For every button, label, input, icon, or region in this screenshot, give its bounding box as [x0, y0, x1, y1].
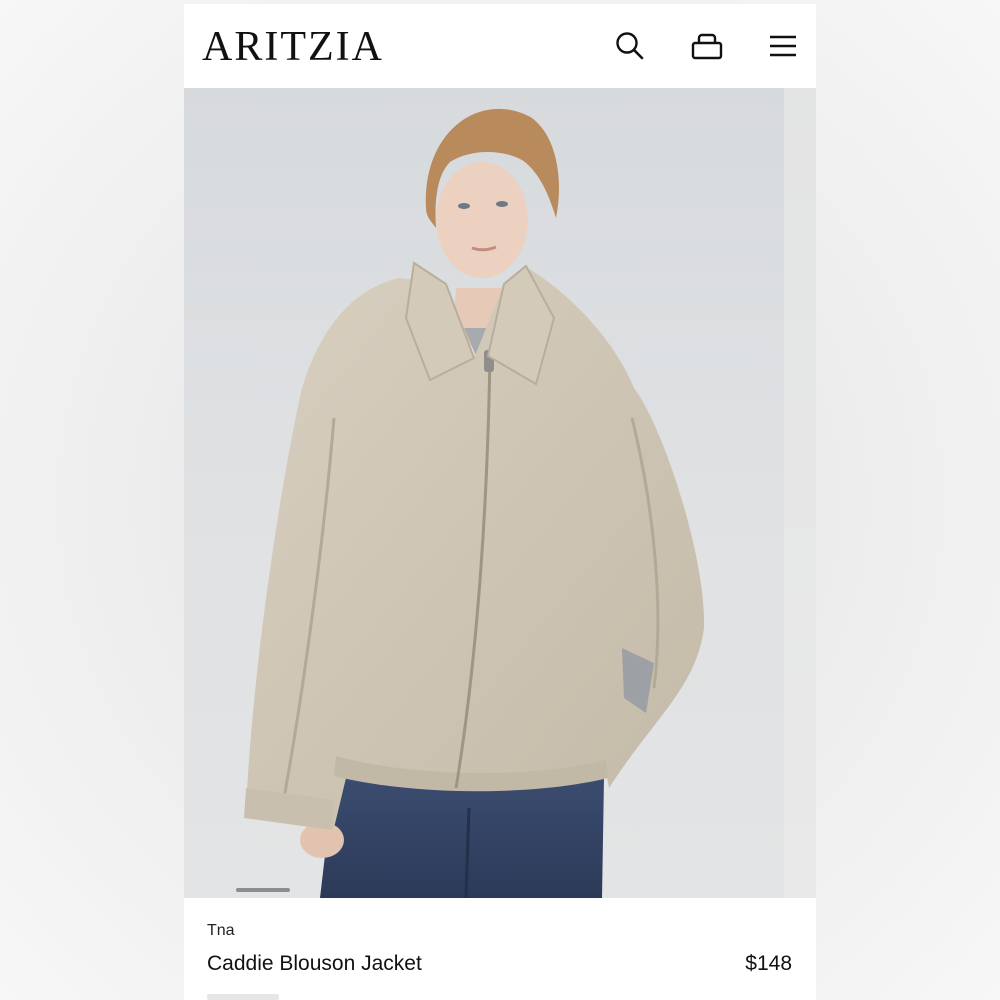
product-name[interactable]: Caddie Blouson Jacket: [207, 952, 422, 976]
aritzia-logo[interactable]: ARITZIA: [202, 22, 384, 72]
product-price: $148: [745, 952, 792, 975]
next-image-peek[interactable]: [784, 88, 816, 898]
product-image[interactable]: [184, 88, 784, 898]
model-illustration: [244, 108, 705, 898]
bag-icon[interactable]: [689, 28, 725, 64]
menu-icon[interactable]: [765, 28, 801, 64]
site-header: ARITZIA: [184, 4, 816, 88]
search-icon[interactable]: [612, 28, 648, 64]
swatch-placeholder: [207, 994, 279, 1000]
carousel-indicator: [236, 888, 290, 892]
product-page: ARITZIA Tna Caddie Blouson Jacket $148: [184, 4, 816, 1000]
product-brand: Tna: [207, 922, 235, 939]
